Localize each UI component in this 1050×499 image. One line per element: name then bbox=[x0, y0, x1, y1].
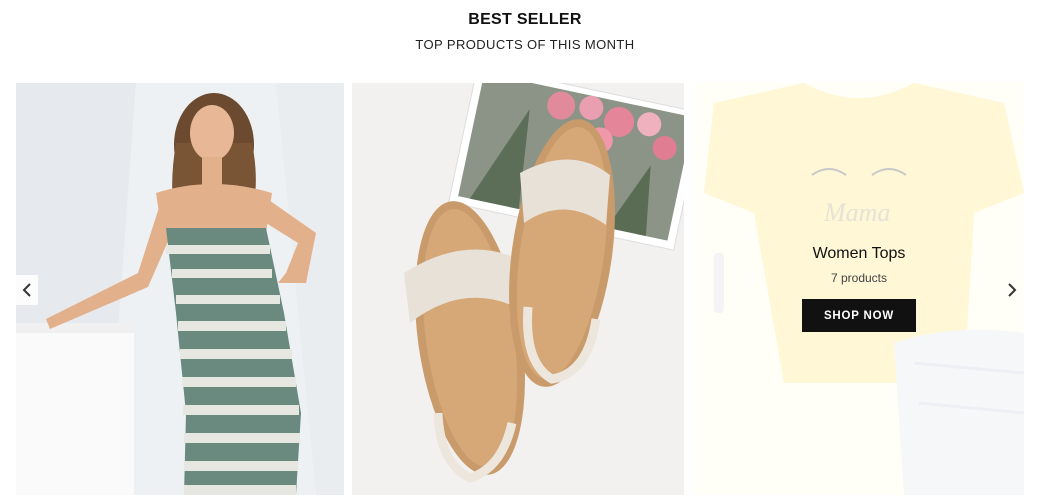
product-carousel: Mama Women Tops 7 products SHOP NOW bbox=[0, 83, 1050, 495]
section-title: BEST SELLER bbox=[468, 11, 582, 28]
category-count: 7 products bbox=[830, 271, 888, 285]
section-subtitle: TOP PRODUCTS OF THIS MONTH bbox=[415, 37, 635, 52]
category-card-dress[interactable] bbox=[16, 83, 344, 495]
chevron-right-icon bbox=[1008, 283, 1017, 297]
chevron-left-icon bbox=[22, 283, 31, 297]
category-card-women-tops[interactable]: Mama Women Tops 7 products SHOP NOW bbox=[694, 83, 1024, 495]
sandals-image bbox=[352, 83, 684, 495]
category-card-sandals[interactable] bbox=[352, 83, 684, 495]
dress-image bbox=[16, 83, 344, 495]
category-name: Women Tops bbox=[812, 245, 906, 262]
carousel-next-button[interactable] bbox=[1000, 275, 1024, 305]
shop-now-button[interactable]: SHOP NOW bbox=[802, 299, 916, 332]
carousel-prev-button[interactable] bbox=[16, 275, 38, 305]
category-overlay: Women Tops 7 products SHOP NOW bbox=[694, 83, 1024, 495]
